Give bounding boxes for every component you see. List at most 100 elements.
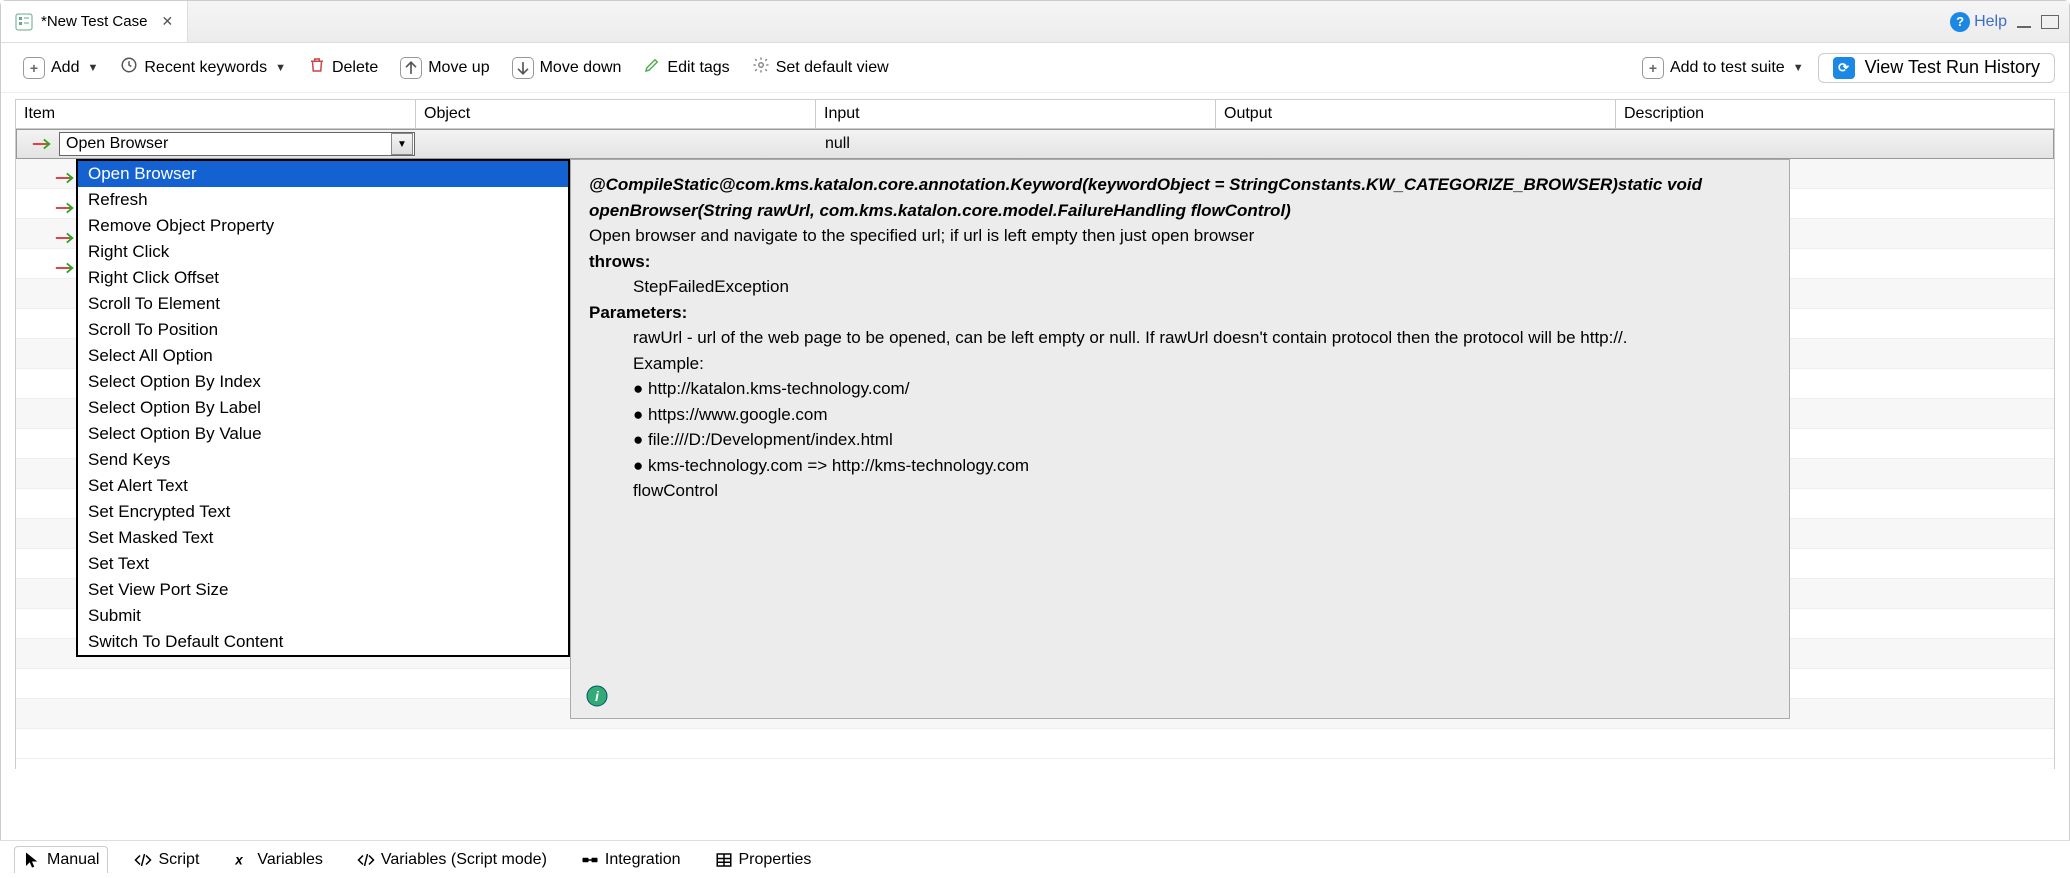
keyword-option[interactable]: Open Browser <box>78 161 568 187</box>
chevron-down-icon: ▼ <box>87 62 98 74</box>
tab-manual[interactable]: Manual <box>14 846 108 873</box>
add-to-test-suite-button[interactable]: Add to test suite ▼ <box>1634 53 1812 83</box>
view-test-run-history-button[interactable]: ⟳ View Test Run History <box>1818 53 2055 83</box>
keyword-option[interactable]: Select Option By Value <box>78 421 568 447</box>
variable-icon: x <box>233 851 251 869</box>
tab-script[interactable]: Script <box>126 847 207 873</box>
tab-varscript-label: Variables (Script mode) <box>381 851 547 869</box>
table-header: Item Object Input Output Description <box>15 99 2055 129</box>
keyword-option[interactable]: Select Option By Label <box>78 395 568 421</box>
trash-icon <box>308 56 326 79</box>
step-arrow-icon <box>17 137 57 151</box>
tab-properties-label: Properties <box>739 851 812 869</box>
col-output[interactable]: Output <box>1216 100 1616 128</box>
keyword-option[interactable]: Remove Object Property <box>78 213 568 239</box>
col-object[interactable]: Object <box>416 100 816 128</box>
col-input[interactable]: Input <box>816 100 1216 128</box>
defaultview-label: Set default view <box>776 59 889 77</box>
keyword-option[interactable]: Scroll To Element <box>78 291 568 317</box>
info-flowcontrol: flowControl <box>633 478 1771 504</box>
info-throws-label: throws: <box>589 249 1771 275</box>
keyword-dropdown-popup[interactable]: Open BrowserRefreshRemove Object Propert… <box>76 159 570 657</box>
gear-icon <box>752 56 770 79</box>
keyword-option[interactable]: Set View Port Size <box>78 577 568 603</box>
chevron-down-icon: ▼ <box>1793 62 1804 74</box>
set-default-view-button[interactable]: Set default view <box>744 52 897 83</box>
code-icon <box>134 851 152 869</box>
add-label: Add <box>51 59 79 77</box>
step-indicator-icons <box>38 163 76 283</box>
info-examples-list: http://katalon.kms-technology.com/ https… <box>633 376 1771 478</box>
minimize-icon[interactable] <box>2017 26 2031 28</box>
integration-icon <box>581 851 599 869</box>
tab-variables[interactable]: x Variables <box>225 847 331 873</box>
keyword-option[interactable]: Set Masked Text <box>78 525 568 551</box>
info-example-item: http://katalon.kms-technology.com/ <box>633 376 1771 402</box>
info-params-label: Parameters: <box>589 300 1771 326</box>
arrow-up-icon <box>400 57 422 79</box>
info-example-item: kms-technology.com => http://kms-technol… <box>633 453 1771 479</box>
chevron-down-icon[interactable]: ▼ <box>391 133 413 155</box>
addsuite-label: Add to test suite <box>1670 59 1785 77</box>
tab-title: *New Test Case <box>41 13 147 30</box>
svg-text:x: x <box>235 852 244 867</box>
keyword-option[interactable]: Select Option By Index <box>78 369 568 395</box>
step-row-1[interactable]: Open Browser ▼ null <box>16 129 2054 159</box>
steps-grid[interactable]: Open Browser ▼ null Open BrowserRefreshR… <box>15 129 2055 769</box>
delete-button[interactable]: Delete <box>300 52 386 83</box>
chevron-down-icon: ▼ <box>275 62 286 74</box>
recent-keywords-button[interactable]: Recent keywords ▼ <box>112 52 294 83</box>
keyword-option[interactable]: Right Click Offset <box>78 265 568 291</box>
info-icon[interactable]: i <box>585 684 609 708</box>
keyword-option[interactable]: Send Keys <box>78 447 568 473</box>
add-button[interactable]: Add ▼ <box>15 53 106 83</box>
step-item-cell[interactable]: Open Browser ▼ <box>17 132 417 156</box>
help-button[interactable]: ? Help <box>1950 12 2007 32</box>
edit-tags-button[interactable]: Edit tags <box>635 52 737 83</box>
info-description: Open browser and navigate to the specifi… <box>589 223 1771 249</box>
keyword-option[interactable]: Right Click <box>78 239 568 265</box>
keyword-option[interactable]: Set Alert Text <box>78 473 568 499</box>
keyword-info-tooltip: @CompileStatic@com.kms.katalon.core.anno… <box>570 159 1790 719</box>
help-icon: ? <box>1950 12 1970 32</box>
editor-tabs: *New Test Case ✕ <box>1 1 188 42</box>
move-down-button[interactable]: Move down <box>504 53 630 83</box>
col-item[interactable]: Item <box>16 100 416 128</box>
step-input-cell[interactable]: null <box>817 135 1217 153</box>
keyword-option[interactable]: Select All Option <box>78 343 568 369</box>
testcase-icon <box>15 13 33 31</box>
tab-properties[interactable]: Properties <box>707 847 820 873</box>
maximize-icon[interactable] <box>2041 15 2059 29</box>
move-up-button[interactable]: Move up <box>392 53 497 83</box>
tab-new-test-case[interactable]: *New Test Case ✕ <box>1 1 188 42</box>
col-description[interactable]: Description <box>1616 100 2054 128</box>
tab-variables-script[interactable]: Variables (Script mode) <box>349 847 555 873</box>
keyword-option[interactable]: Submit <box>78 603 568 629</box>
cursor-icon <box>23 851 41 869</box>
keyword-option[interactable]: Set Text <box>78 551 568 577</box>
help-label: Help <box>1974 13 2007 31</box>
title-bar-right: ? Help <box>1950 12 2069 32</box>
keyword-option[interactable]: Scroll To Position <box>78 317 568 343</box>
keyword-option[interactable]: Refresh <box>78 187 568 213</box>
movedown-label: Move down <box>540 59 622 77</box>
tab-script-label: Script <box>158 851 199 869</box>
close-icon[interactable]: ✕ <box>161 13 173 30</box>
info-example-label: Example: <box>633 351 1771 377</box>
toolbar: Add ▼ Recent keywords ▼ Delete Move up M… <box>1 43 2069 93</box>
edittags-label: Edit tags <box>667 59 729 77</box>
keyword-value: Open Browser <box>60 135 174 153</box>
keyword-option[interactable]: Set Encrypted Text <box>78 499 568 525</box>
edit-icon <box>643 56 661 79</box>
bottom-tab-bar: Manual Script x Variables Variables (Scr… <box>0 840 2070 878</box>
keyword-combobox[interactable]: Open Browser ▼ <box>59 132 415 156</box>
keyword-option[interactable]: Switch To Default Content <box>78 629 568 655</box>
table-icon <box>715 851 733 869</box>
tab-manual-label: Manual <box>47 851 99 869</box>
arrow-down-icon <box>512 57 534 79</box>
info-signature: @CompileStatic@com.kms.katalon.core.anno… <box>589 172 1771 223</box>
tab-integration[interactable]: Integration <box>573 847 689 873</box>
tab-integration-label: Integration <box>605 851 681 869</box>
plus-icon <box>1642 57 1664 79</box>
clock-icon <box>120 56 138 79</box>
